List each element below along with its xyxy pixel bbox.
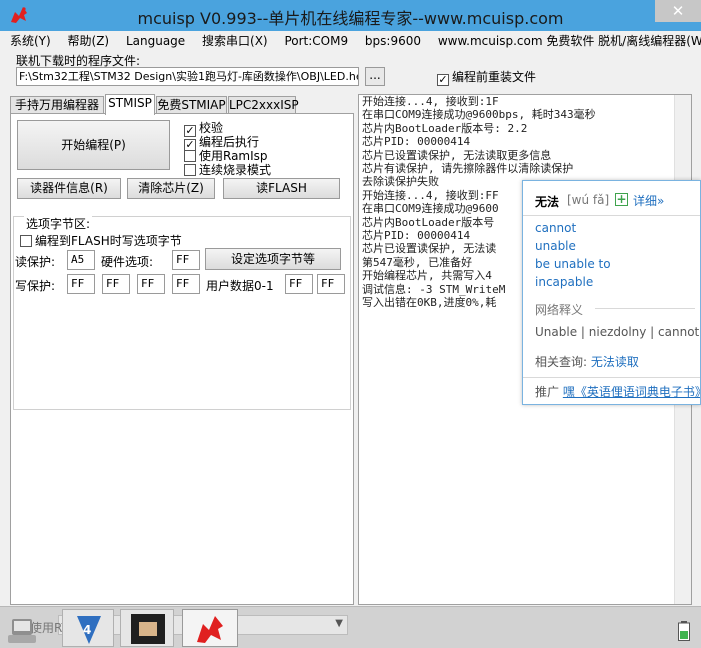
write-protect-input-4[interactable]: FF [172,274,200,294]
svg-text:4: 4 [83,623,91,637]
erase-chip-button[interactable]: 清除芯片(Z) [127,178,215,199]
add-to-wordbook-icon[interactable]: + [615,193,628,206]
tab-handheld-programmer[interactable]: 手持万用编程器 [10,96,104,114]
dict-related-link[interactable]: 无法读取 [591,355,639,369]
dict-promo-label: 推广 [535,385,560,399]
dict-promo: 推广 嘿《英语俚语词典电子书》 [535,383,700,400]
user-data-input-0[interactable]: FF [285,274,313,294]
dict-definition-4[interactable]: incapable [535,275,593,289]
reload-before-program-checkbox[interactable]: ✓ 编程前重装文件 [437,68,536,86]
log-line: 芯片PID: 00000414 [362,135,471,149]
dict-related-label: 相关查询: [535,355,588,369]
dict-related: 相关查询: 无法读取 [535,353,639,370]
taskbar-mcuisp-app[interactable] [182,609,238,647]
set-option-bytes-button[interactable]: 设定选项字节等 [205,248,341,270]
log-line: 开始连接...4, 接收到:1F [362,95,499,108]
user-data-label: 用户数据0-1 [206,279,274,293]
dict-net-section-line [595,308,695,309]
battery-icon [678,621,690,641]
continuous-checkbox-box[interactable] [184,164,196,176]
menu-bps[interactable]: bps:9600 [365,32,421,50]
taskbar-v4-app[interactable]: 4 [62,609,114,647]
menu-website[interactable]: www.mcuisp.com 免费软件 脱机/离线编程器(W) [438,32,701,50]
option-bytes-group: 选项字节区: 编程到FLASH时写选项字节 读保护: A5 硬件选项: FF 设… [13,215,351,410]
read-protect-label: 读保护: [15,255,56,269]
menu-help[interactable]: 帮助(Z) [68,32,110,50]
tab-stmisp[interactable]: STMISP [105,94,155,115]
dict-definition-3[interactable]: be unable to [535,257,611,271]
menu-bar: 系统(Y) 帮助(Z) Language 搜索串口(X) Port:COM9 b… [10,32,701,50]
combo-dropdown-icon[interactable]: ▼ [335,618,343,629]
reload-checkbox-label: 编程前重装文件 [452,70,537,84]
user-data-input-1[interactable]: FF [317,274,345,294]
taskbar: ▼ 使用RTSR 4 [0,606,701,648]
menu-language[interactable]: Language [126,32,185,50]
taskbar-photo-app[interactable] [120,609,174,647]
dict-separator [523,215,700,216]
option-bytes-title: 选项字节区: [24,215,93,232]
write-protect-input-1[interactable]: FF [67,274,95,294]
mcuisp-window: mcuisp V0.993--单片机在线编程专家--www.mcuisp.com… [0,0,701,648]
stmisp-panel: 开始编程(P) ✓ 校验 ✓ 编程后执行 使用RamIsp 连续烧录模式 读器件信息… [10,113,354,605]
menu-system[interactable]: 系统(Y) [10,32,51,50]
dict-detail-link[interactable]: 详细» [633,192,664,209]
hardware-option-input[interactable]: FF [172,250,200,270]
tab-lpc2xxx-isp[interactable]: LPC2xxxISP [228,96,299,114]
dictionary-popup: 无法 [wú fǎ] + 详细» cannot unable be unable… [522,180,701,405]
title-bar[interactable]: mcuisp V0.993--单片机在线编程专家--www.mcuisp.com… [0,0,701,31]
log-line: 在串口COM9连接成功@9600bps, 耗时343毫秒 [362,108,596,122]
hardware-option-label: 硬件选项: [101,255,154,269]
dict-promo-separator [523,377,700,378]
photo-app-icon [131,614,165,644]
read-device-info-button[interactable]: 读器件信息(R) [17,178,121,199]
dict-pinyin: [wú fǎ] [567,193,610,207]
mcuisp-taskbar-icon [197,616,223,643]
menu-search-port[interactable]: 搜索串口(X) [202,32,268,50]
read-flash-button[interactable]: 读FLASH [223,178,340,199]
browse-file-button[interactable]: ... [365,67,385,86]
dict-promo-link[interactable]: 嘿《英语俚语词典电子书》 [563,385,700,399]
window-title: mcuisp V0.993--单片机在线编程专家--www.mcuisp.com [137,9,564,28]
log-line: 芯片有读保护, 请先擦除器件以清除读保护 [362,162,574,176]
write-option-checkbox[interactable]: 编程到FLASH时写选项字节 [20,232,182,249]
dict-definition-1[interactable]: cannot [535,221,576,235]
reload-checkbox-box[interactable]: ✓ [437,74,449,86]
taskbar-computer-app[interactable] [4,609,54,647]
continuous-label: 连续烧录模式 [199,163,272,177]
write-protect-input-3[interactable]: FF [137,274,165,294]
dict-word: 无法 [535,195,560,209]
close-button[interactable]: ✕ [655,0,701,22]
log-line: 芯片内BootLoader版本号: 2.2 [362,121,528,135]
menu-port[interactable]: Port:COM9 [284,32,348,50]
write-protect-input-2[interactable]: FF [102,274,130,294]
dict-definition-2[interactable]: unable [535,239,576,253]
computer-app-icon [8,619,36,643]
tab-free-stmiap[interactable]: 免费STMIAP [156,96,227,114]
log-line: 芯片已设置读保护, 无法读取更多信息 [362,148,552,162]
start-programming-button[interactable]: 开始编程(P) [17,120,170,170]
write-option-checkbox-box[interactable] [20,235,32,247]
dict-net-definitions: Unable | niezdolny | cannot [535,325,700,339]
write-protect-label: 写保护: [15,279,56,293]
dict-net-section-title: 网络释义 [535,303,584,317]
read-protect-input[interactable]: A5 [67,250,95,270]
v4-app-icon: 4 [77,616,101,644]
write-option-label: 编程到FLASH时写选项字节 [35,234,182,248]
program-file-path-input[interactable]: F:\Stm32工程\STM32 Design\实验1跑马灯-库函数操作\OBJ… [16,67,359,86]
continuous-burn-checkbox[interactable]: 连续烧录模式 [184,161,271,178]
